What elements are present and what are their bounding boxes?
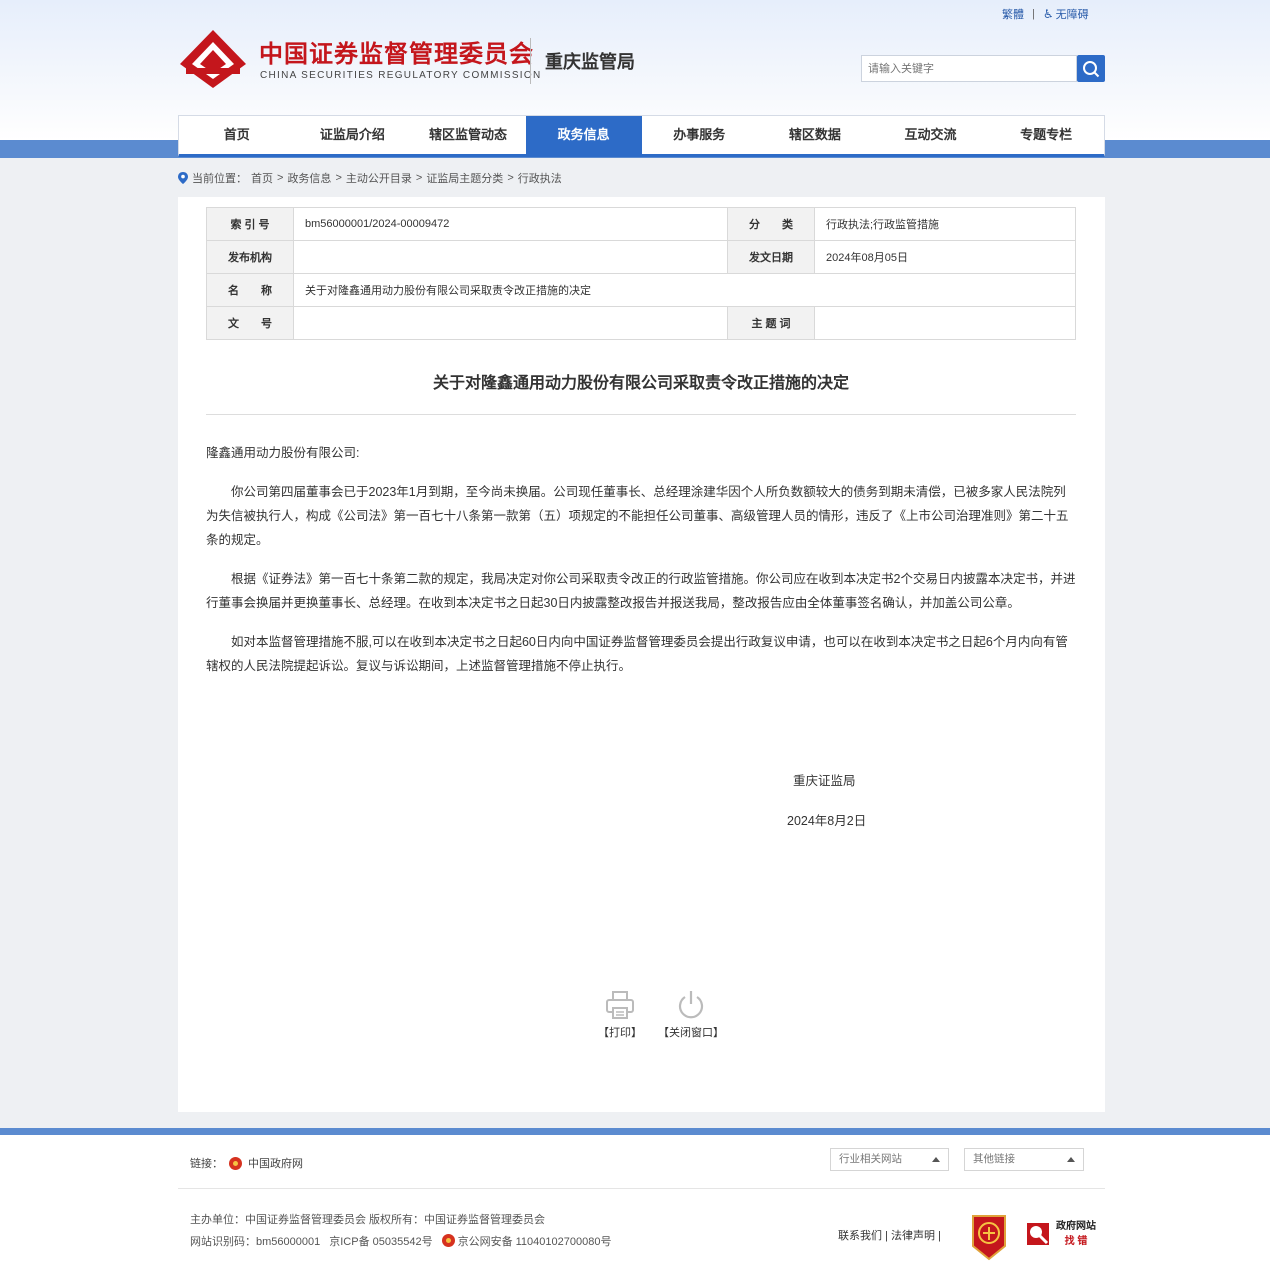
table-row: 索 引 号 bm56000001/2024-00009472 分 类 行政执法;…	[206, 207, 1076, 241]
sign-date: 2024年8月2日	[787, 814, 867, 828]
accessibility-icon: ♿	[1042, 7, 1054, 21]
nav-item-bureau-intro[interactable]: 证监局介绍	[295, 116, 411, 154]
breadcrumb-enforcement[interactable]: 行政执法	[518, 170, 562, 186]
breadcrumb-public-catalog[interactable]: 主动公开目录	[346, 170, 412, 186]
accessibility-link[interactable]: ♿ 无障碍	[1043, 6, 1089, 22]
category-value: 行政执法;行政监管措施	[814, 207, 1076, 241]
nav-item-gov-info[interactable]: 政务信息	[525, 116, 642, 154]
table-row: 文 号 主 题 词	[206, 306, 1076, 340]
print-button[interactable]: 【打印】	[598, 990, 642, 1040]
publisher-value	[293, 240, 728, 274]
nav-item-regional-news[interactable]: 辖区监管动态	[410, 116, 526, 154]
main-nav: 首页 证监局介绍 辖区监管动态 政务信息 办事服务 辖区数据 互动交流 专题专栏	[178, 115, 1105, 157]
close-window-label: 【关闭窗口】	[658, 1027, 724, 1039]
top-links-separator: |	[1032, 8, 1035, 20]
brand-divider	[530, 38, 531, 84]
bureau-name: 重庆监管局	[545, 52, 635, 72]
name-label: 名 称	[206, 273, 294, 307]
breadcrumb-gov-info[interactable]: 政务信息	[287, 170, 331, 186]
printer-icon	[606, 991, 634, 1019]
sponsor-info: 主办单位：中国证券监督管理委员会 版权所有：中国证券监督管理委员会	[190, 1214, 546, 1226]
docno-value	[293, 306, 728, 340]
gov-emblem-icon	[229, 1156, 242, 1170]
caret-up-icon	[932, 1157, 940, 1162]
print-label: 【打印】	[598, 1027, 642, 1039]
keyword-value	[814, 306, 1076, 340]
document-title: 关于对隆鑫通用动力股份有限公司采取责令改正措施的决定	[432, 375, 849, 392]
accessibility-label: 无障碍	[1055, 9, 1089, 21]
search-input[interactable]	[861, 55, 1077, 82]
badge-text-gov-site: 政府网站	[1056, 1221, 1096, 1232]
footer-links: 链接： 中国政府网	[190, 1155, 303, 1171]
signer: 重庆证监局	[793, 774, 856, 788]
footer-right-links[interactable]: 联系我们 | 法律声明 |	[838, 1227, 941, 1243]
magnifier-report-icon	[1027, 1223, 1049, 1245]
title-divider	[206, 414, 1076, 415]
footer-divider	[178, 1188, 1105, 1189]
links-label: 链接：	[190, 1158, 223, 1170]
nav-item-special-topics[interactable]: 专题专栏	[988, 116, 1104, 154]
police-emblem-icon	[441, 1234, 455, 1247]
date-label: 发文日期	[727, 240, 815, 274]
document-body: 隆鑫通用动力股份有限公司: 你公司第四届董事会已于2023年1月到期，至今尚未换…	[206, 441, 1076, 693]
search-icon	[1083, 60, 1100, 77]
category-label: 分 类	[727, 207, 815, 241]
nav-item-regional-data[interactable]: 辖区数据	[757, 116, 873, 154]
badge-text-report: 找 错	[1064, 1236, 1088, 1247]
breadcrumb-sep: >	[335, 172, 342, 184]
page-tools: 【打印】 【关闭窗口】	[598, 990, 724, 1040]
gov-site-link[interactable]: 中国政府网	[248, 1155, 303, 1171]
other-links-select[interactable]: 其他链接	[964, 1148, 1084, 1171]
content-panel: 索 引 号 bm56000001/2024-00009472 分 类 行政执法;…	[178, 197, 1105, 1112]
location-pin-icon	[178, 172, 188, 184]
caret-up-icon	[1067, 1157, 1075, 1162]
breadcrumb-sep: >	[277, 172, 284, 184]
other-links-label: 其他链接	[973, 1153, 1015, 1165]
breadcrumb-sep: >	[415, 172, 423, 184]
keyword-label: 主 题 词	[727, 306, 815, 340]
icp-link[interactable]: 京ICP备 05035542号	[329, 1233, 432, 1249]
index-label: 索 引 号	[206, 207, 294, 241]
paragraph: 根据《证券法》第一百七十条第二款的规定，我局决定对你公司采取责令改正的行政监管措…	[206, 572, 1076, 610]
brand-name-cn[interactable]: 中国证券监督管理委员会	[259, 34, 534, 69]
breadcrumb-home[interactable]: 首页	[251, 170, 273, 186]
name-value: 关于对隆鑫通用动力股份有限公司采取责令改正措施的决定	[293, 273, 1076, 307]
publisher-label: 发布机构	[206, 240, 294, 274]
table-row: 发布机构 发文日期 2024年08月05日	[206, 240, 1076, 274]
breadcrumb-sep: >	[507, 172, 514, 184]
paragraph: 你公司第四届董事会已于2023年1月到期，至今尚未换届。公司现任董事长、总经理涂…	[206, 485, 1069, 547]
footer-band	[0, 1128, 1270, 1135]
brand-name-en: CHINA SECURITIES REGULATORY COMMISSION	[260, 70, 542, 81]
paragraph: 如对本监督管理措施不服,可以在收到本决定书之日起60日内向中国证券监督管理委员会…	[206, 635, 1068, 673]
party-gov-badge-icon[interactable]	[969, 1213, 1009, 1261]
close-window-button[interactable]: 【关闭窗口】	[658, 990, 724, 1040]
document-metadata-table: 索 引 号 bm56000001/2024-00009472 分 类 行政执法;…	[206, 207, 1076, 340]
site-id: 网站识别码：bm56000001	[190, 1236, 321, 1248]
index-value: bm56000001/2024-00009472	[293, 207, 728, 241]
nav-item-home[interactable]: 首页	[179, 116, 295, 154]
csrc-logo-icon[interactable]	[178, 28, 248, 90]
nav-item-services[interactable]: 办事服务	[642, 116, 758, 154]
power-icon	[678, 991, 704, 1019]
police-label: 京公网安备 11040102700080号	[457, 1236, 612, 1248]
footer: 链接： 中国政府网 行业相关网站 其他链接 主办单位：中国证券监督管理委员会 版…	[0, 1135, 1270, 1283]
search-button[interactable]	[1077, 55, 1105, 82]
registration-info: 网站识别码：bm56000001 京ICP备 05035542号 京公网安备 1…	[190, 1233, 611, 1249]
docno-label: 文 号	[206, 306, 294, 340]
breadcrumb-label: 当前位置：	[192, 173, 247, 185]
traditional-chinese-link[interactable]: 繁體	[1002, 6, 1024, 22]
report-error-badge[interactable]: 政府网站 找 错	[1024, 1219, 1096, 1249]
police-link[interactable]: 京公网安备 11040102700080号	[441, 1233, 612, 1249]
top-links: 繁體 | ♿ 无障碍	[1002, 6, 1089, 22]
industry-sites-label: 行业相关网站	[839, 1153, 902, 1165]
breadcrumb-topic-category[interactable]: 证监局主题分类	[426, 170, 503, 186]
breadcrumb: 当前位置： 首页 > 政务信息 > 主动公开目录 > 证监局主题分类 > 行政执…	[178, 170, 562, 186]
nav-item-interaction[interactable]: 互动交流	[873, 116, 989, 154]
table-row: 名 称 关于对隆鑫通用动力股份有限公司采取责令改正措施的决定	[206, 273, 1076, 307]
date-value: 2024年08月05日	[814, 240, 1076, 274]
industry-sites-select[interactable]: 行业相关网站	[830, 1148, 949, 1171]
salutation: 隆鑫通用动力股份有限公司:	[206, 446, 360, 460]
